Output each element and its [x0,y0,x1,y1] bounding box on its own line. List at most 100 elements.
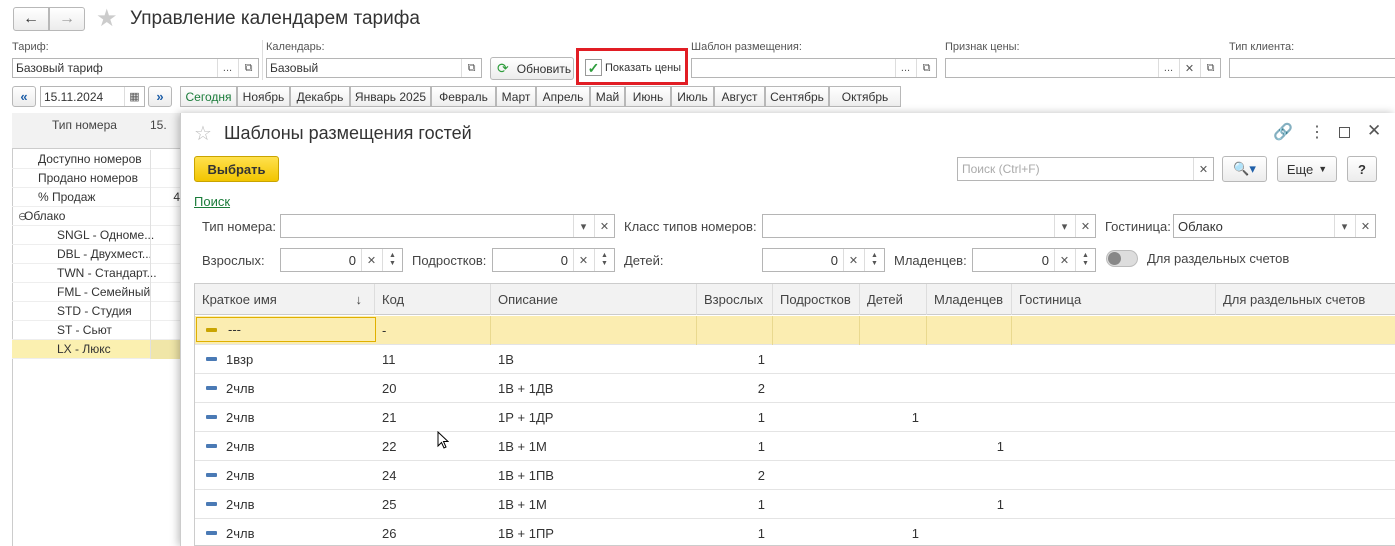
price-sign-field[interactable]: ... ✕ ⧉ [945,58,1221,78]
table-row[interactable]: 2члв 25 1В + 1М 1 1 [195,490,1395,519]
column-header[interactable]: Для раздельных счетов [1216,284,1395,315]
forward-button[interactable]: → [49,7,85,31]
column-header[interactable]: Подростков [773,284,860,315]
month-tab[interactable]: Сентябрь [765,86,829,107]
date-field[interactable]: 15.11.2024 ▦ [40,86,145,107]
room-type-field[interactable]: ▾ ✕ [280,214,615,238]
left-panel-row[interactable]: % Продаж 4 [12,188,180,207]
back-button[interactable]: ← [13,7,49,31]
adults-spin-icon[interactable]: ▲ ▼ [382,249,402,271]
left-panel-row[interactable]: STD - Студия [12,302,180,321]
separate-accounts-toggle[interactable] [1106,250,1138,267]
price-sign-choose-button[interactable]: ... [1158,59,1178,77]
price-sign-open-icon[interactable]: ⧉ [1200,59,1220,77]
search-link[interactable]: Поиск [194,194,230,209]
more-button[interactable]: Еще ▼ [1277,156,1337,182]
column-header[interactable]: Код [375,284,491,315]
adults-stepper[interactable]: 0 ✕ ▲ ▼ [280,248,403,272]
refresh-button[interactable]: ⟳ Обновить [490,57,574,80]
month-tab[interactable]: Февраль [431,86,496,107]
group-row[interactable]: ⊖ Облако [12,207,180,226]
tariff-open-icon[interactable]: ⧉ [238,59,258,77]
column-header[interactable]: Гостиница [1012,284,1216,315]
price-sign-clear-icon[interactable]: ✕ [1179,59,1199,77]
column-header[interactable]: Взрослых [697,284,773,315]
left-panel-row[interactable]: ST - Сьют [12,321,180,340]
calendar-open-icon[interactable]: ⧉ [461,59,481,77]
infants-spin-icon[interactable]: ▲ ▼ [1075,249,1095,271]
favorite-star-icon[interactable]: ★ [96,4,118,33]
left-panel-row[interactable]: TWN - Стандарт... [12,264,180,283]
column-header[interactable]: Описание [491,284,697,315]
table-cell: 2члв [226,410,255,425]
table-row[interactable]: --- - [195,316,1395,345]
teens-stepper[interactable]: 0 ✕ ▲ ▼ [492,248,615,272]
table-row[interactable]: 1взр 11 1В 1 [195,345,1395,374]
table-row[interactable]: 2члв 26 1В + 1ПР 1 1 [195,519,1395,545]
children-stepper[interactable]: 0 ✕ ▲ ▼ [762,248,885,272]
table-cell [773,432,860,461]
show-prices-label[interactable]: Показать цены [605,62,681,74]
left-panel-row[interactable]: SNGL - Одноме... [12,226,180,245]
column-header[interactable]: Младенцев [927,284,1012,315]
teens-clear-icon[interactable]: ✕ [573,249,593,271]
hotel-field[interactable]: Облако ▾ ✕ [1173,214,1376,238]
column-header[interactable]: Детей [860,284,927,315]
room-type-clear-icon[interactable]: ✕ [594,215,614,237]
hotel-dropdown-icon[interactable]: ▾ [1334,215,1354,237]
link-icon[interactable]: 🔗 [1273,122,1293,142]
children-clear-icon[interactable]: ✕ [843,249,863,271]
left-panel-row[interactable]: Доступно номеров [12,150,180,169]
dialog-star-icon[interactable]: ☆ [194,121,212,146]
teens-spin-icon[interactable]: ▲ ▼ [594,249,614,271]
hotel-clear-icon[interactable]: ✕ [1355,215,1375,237]
table-row[interactable]: 2члв 20 1В + 1ДВ 2 [195,374,1395,403]
today-button[interactable]: Сегодня [180,86,237,107]
search-clear-icon[interactable]: ✕ [1193,158,1213,180]
tariff-field[interactable]: Базовый тариф ... ⧉ [12,58,259,78]
maximize-icon[interactable] [1339,127,1350,138]
room-class-dropdown-icon[interactable]: ▾ [1054,215,1074,237]
client-type-field[interactable] [1229,58,1395,78]
table-row[interactable]: 2члв 21 1Р + 1ДР 1 1 [195,403,1395,432]
month-tab[interactable]: Декабрь [290,86,350,107]
infants-stepper[interactable]: 0 ✕ ▲ ▼ [972,248,1096,272]
column-header[interactable]: Краткое имя ↓ [195,284,375,315]
template-open-icon[interactable]: ⧉ [916,59,936,77]
month-tab[interactable]: Апрель [536,86,590,107]
table-row[interactable]: 2члв 22 1В + 1М 1 1 [195,432,1395,461]
calendar-field[interactable]: Базовый ⧉ [266,58,482,78]
calendar-icon[interactable]: ▦ [124,87,144,106]
left-panel-row[interactable]: FML - Семейный [12,283,180,302]
left-panel-row[interactable]: LX - Люкс [12,340,180,359]
adults-clear-icon[interactable]: ✕ [361,249,381,271]
children-spin-icon[interactable]: ▲ ▼ [864,249,884,271]
dialog-search-input[interactable]: Поиск (Ctrl+F) ✕ [957,157,1214,181]
tariff-choose-button[interactable]: ... [217,59,237,77]
search-button[interactable]: 🔍▾ [1222,156,1267,182]
table-row[interactable]: 2члв 24 1В + 1ПВ 2 [195,461,1395,490]
month-tab[interactable]: Ноябрь [237,86,290,107]
room-class-clear-icon[interactable]: ✕ [1075,215,1095,237]
select-button[interactable]: Выбрать [194,156,279,182]
month-tab[interactable]: Май [590,86,625,107]
month-tab[interactable]: Октябрь [829,86,901,107]
prev-period-button[interactable]: « [12,86,36,107]
infants-clear-icon[interactable]: ✕ [1054,249,1074,271]
month-tab[interactable]: Август [714,86,765,107]
left-panel-row[interactable]: DBL - Двухмест... [12,245,180,264]
month-tab[interactable]: Июль [671,86,714,107]
template-choose-button[interactable]: ... [895,59,915,77]
template-field[interactable]: ... ⧉ [691,58,937,78]
more-actions-icon[interactable]: ⋮ [1309,122,1325,142]
left-panel-row[interactable]: Продано номеров [12,169,180,188]
room-class-field[interactable]: ▾ ✕ [762,214,1096,238]
month-tab[interactable]: Январь 2025 [350,86,431,107]
close-icon[interactable]: ✕ [1367,121,1381,141]
room-type-dropdown-icon[interactable]: ▾ [573,215,593,237]
help-button[interactable]: ? [1347,156,1377,182]
next-period-button[interactable]: » [148,86,172,107]
month-tab[interactable]: Март [496,86,536,107]
month-tab[interactable]: Июнь [625,86,671,107]
show-prices-checkbox[interactable]: ✓ [585,59,602,76]
